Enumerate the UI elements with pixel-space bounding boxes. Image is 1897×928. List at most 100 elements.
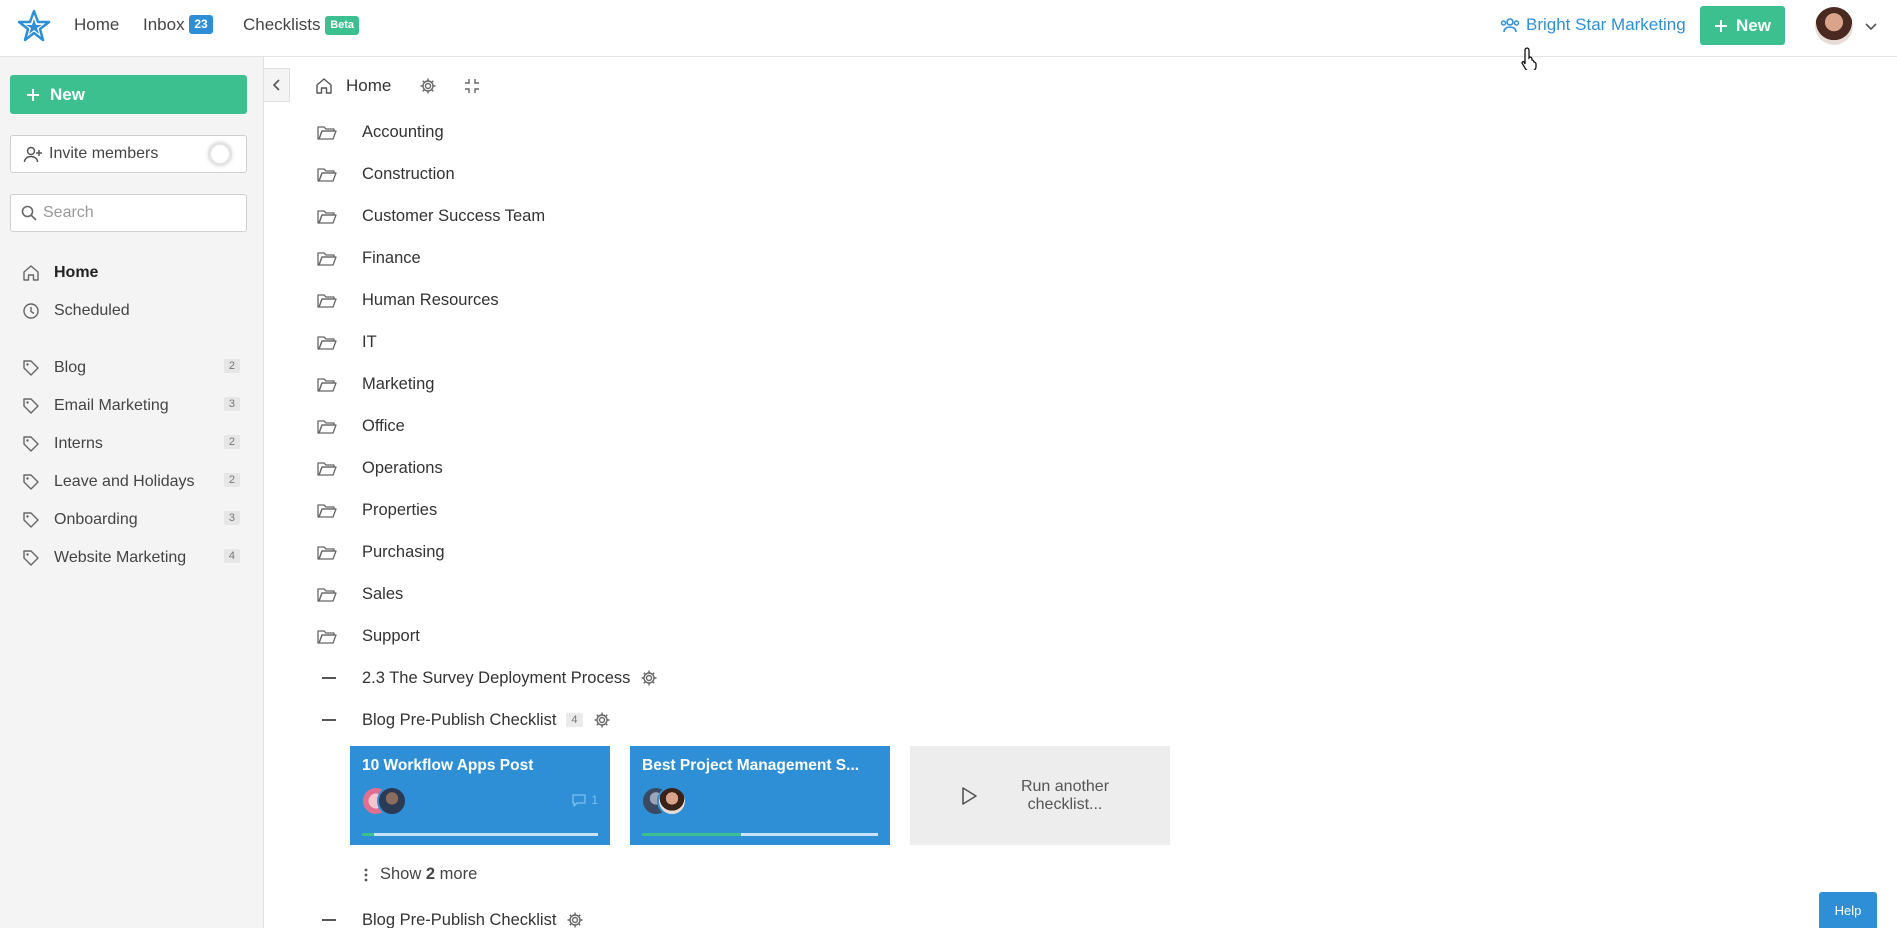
- new-button-sidebar-label: New: [50, 84, 85, 104]
- nav-home-link[interactable]: Home: [74, 14, 119, 36]
- folder-row[interactable]: Properties: [317, 498, 437, 522]
- gear-icon[interactable]: [593, 711, 611, 729]
- folder-label: Operations: [362, 458, 443, 477]
- folder-label: Customer Success Team: [362, 206, 546, 225]
- sidebar-item-scheduled[interactable]: Scheduled: [22, 299, 240, 323]
- checklist-run-card[interactable]: Best Project Management S...: [630, 746, 890, 845]
- compress-icon[interactable]: [463, 77, 481, 95]
- folder-row[interactable]: Human Resources: [317, 288, 499, 312]
- organization-link[interactable]: Bright Star Marketing: [1500, 14, 1686, 36]
- folder-row[interactable]: Finance: [317, 246, 421, 270]
- folder-row[interactable]: Customer Success Team: [317, 204, 545, 228]
- play-icon: [960, 786, 978, 806]
- tag-icon: [22, 397, 40, 415]
- checklist-row[interactable]: Blog Pre-Publish Checklist 4: [317, 708, 610, 732]
- folder-row[interactable]: Construction: [317, 162, 455, 186]
- nav-inbox-link[interactable]: Inbox 23: [143, 14, 213, 36]
- nav-checklists-link[interactable]: Checklists Beta: [243, 14, 360, 36]
- new-button-label: New: [1736, 15, 1771, 35]
- checklist-run-card[interactable]: 10 Workflow Apps Post 1: [350, 746, 610, 845]
- folder-label: Sales: [362, 584, 404, 603]
- folder-icon: [317, 292, 337, 308]
- chevron-down-icon[interactable]: [1863, 18, 1879, 34]
- sidebar: New Invite members Home Scheduled Blog 2…: [0, 57, 264, 928]
- folder-row[interactable]: Purchasing: [317, 540, 445, 564]
- collapse-dash-icon[interactable]: [322, 677, 336, 679]
- folder-icon: [317, 502, 337, 518]
- collapse-dash-icon[interactable]: [322, 719, 336, 721]
- gear-icon[interactable]: [566, 911, 584, 928]
- chevron-left-icon: [271, 78, 283, 92]
- search-icon: [21, 205, 37, 221]
- invite-members-label: Invite members: [49, 145, 159, 162]
- beta-badge: Beta: [325, 16, 360, 35]
- add-user-icon: [23, 145, 43, 163]
- checklist-row[interactable]: Blog Pre-Publish Checklist: [317, 908, 583, 928]
- sidebar-tag-onboarding[interactable]: Onboarding 3: [22, 508, 240, 532]
- sidebar-item-label: Blog: [54, 359, 87, 376]
- tag-icon: [22, 473, 40, 491]
- loading-spinner-icon: [208, 142, 232, 166]
- show-more-count: 2: [425, 865, 436, 883]
- sidebar-tag-interns[interactable]: Interns 2: [22, 432, 240, 456]
- folder-row[interactable]: Accounting: [317, 120, 444, 144]
- help-button[interactable]: Help: [1819, 892, 1877, 928]
- new-button-sidebar[interactable]: New: [10, 75, 247, 114]
- sidebar-item-label: Home: [54, 264, 99, 281]
- collapse-sidebar-button[interactable]: [264, 68, 290, 102]
- card-progress-fill: [362, 833, 374, 836]
- invite-members-button[interactable]: Invite members: [10, 135, 247, 173]
- sidebar-item-label: Leave and Holidays: [54, 473, 195, 490]
- folder-icon: [317, 334, 337, 350]
- folder-row[interactable]: Sales: [317, 582, 403, 606]
- sidebar-tag-leave-and-holidays[interactable]: Leave and Holidays 2: [22, 470, 240, 494]
- run-another-checklist-button[interactable]: Run another checklist...: [910, 746, 1170, 845]
- folder-row[interactable]: Office: [317, 414, 405, 438]
- organization-name: Bright Star Marketing: [1526, 15, 1686, 34]
- folder-icon: [317, 208, 337, 224]
- avatar: [657, 786, 687, 816]
- show-more-suffix: more: [439, 865, 478, 883]
- tag-count-badge: 2: [223, 359, 240, 373]
- user-avatar[interactable]: [1815, 7, 1853, 45]
- sidebar-item-label: Onboarding: [54, 511, 138, 528]
- show-more-prefix: Show: [380, 865, 422, 883]
- comment-icon: [571, 793, 587, 807]
- tag-icon: [22, 435, 40, 453]
- sidebar-tag-blog[interactable]: Blog 2: [22, 356, 240, 380]
- breadcrumb-home[interactable]: Home: [346, 76, 391, 96]
- folder-row[interactable]: IT: [317, 330, 377, 354]
- search-input[interactable]: [43, 204, 233, 222]
- folder-row[interactable]: Marketing: [317, 372, 434, 396]
- plus-icon: [26, 88, 40, 102]
- gear-icon[interactable]: [419, 77, 437, 95]
- folder-label: Construction: [362, 164, 455, 183]
- folder-label: Human Resources: [362, 290, 499, 309]
- folder-row[interactable]: Operations: [317, 456, 443, 480]
- card-assignees: [361, 786, 407, 816]
- star-logo-icon[interactable]: [17, 9, 51, 43]
- folder-label: Office: [362, 416, 405, 435]
- checklist-title: Blog Pre-Publish Checklist: [362, 710, 557, 729]
- sidebar-item-home[interactable]: Home: [22, 261, 240, 285]
- collapse-dash-icon[interactable]: [322, 919, 336, 921]
- new-button-top[interactable]: New: [1700, 6, 1785, 45]
- folder-icon: [317, 166, 337, 182]
- folder-row[interactable]: Support: [317, 624, 420, 648]
- home-icon: [315, 77, 333, 95]
- card-title: 10 Workflow Apps Post: [362, 757, 534, 774]
- card-progress-bar: [642, 833, 878, 836]
- checklist-row[interactable]: 2.3 The Survey Deployment Process: [317, 666, 657, 690]
- show-more-link[interactable]: Show 2 more: [364, 865, 477, 884]
- sidebar-tag-website-marketing[interactable]: Website Marketing 4: [22, 546, 240, 570]
- card-assignees: [641, 786, 687, 816]
- tag-count-badge: 2: [223, 473, 240, 487]
- vertical-dots-icon: [364, 868, 368, 882]
- sidebar-tag-email-marketing[interactable]: Email Marketing 3: [22, 394, 240, 418]
- tag-icon: [22, 359, 40, 377]
- folder-icon: [317, 628, 337, 644]
- avatar: [377, 786, 407, 816]
- card-title: Best Project Management S...: [642, 757, 860, 774]
- folder-label: Properties: [362, 500, 438, 519]
- gear-icon[interactable]: [640, 669, 658, 687]
